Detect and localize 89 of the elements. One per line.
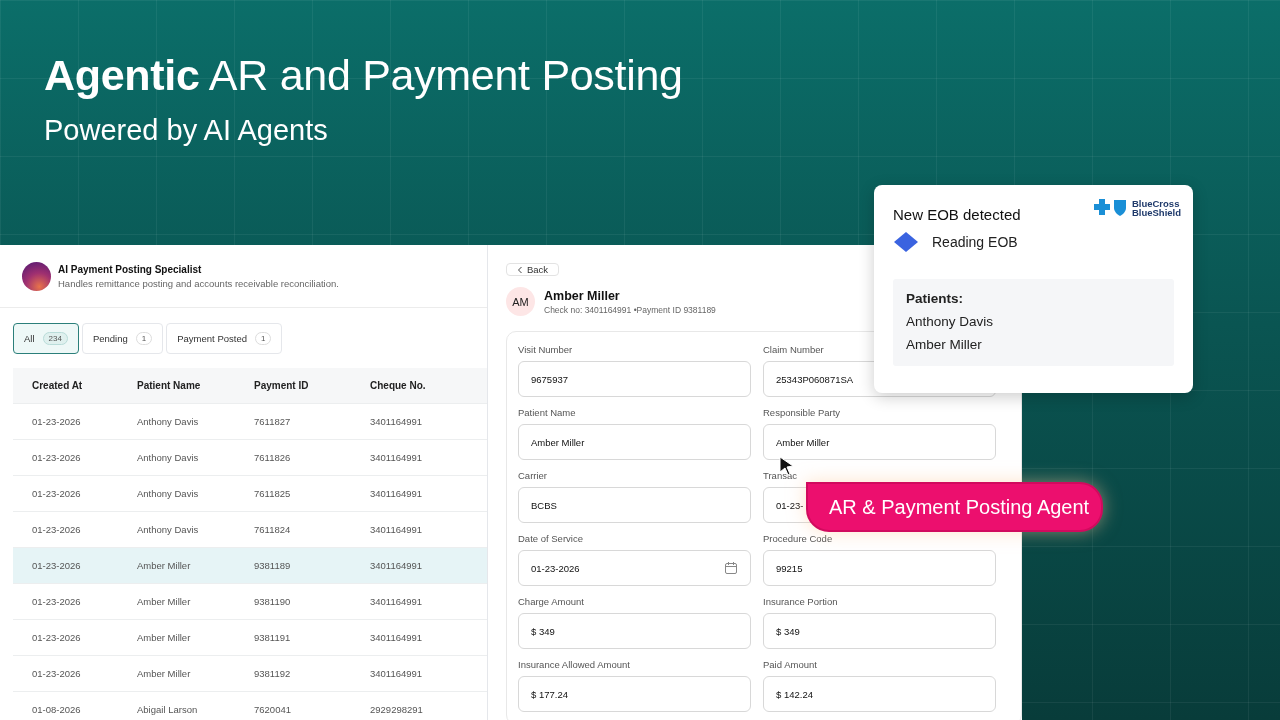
table-cell-text: Anthony Davis xyxy=(137,452,200,463)
count-badge: 1 xyxy=(135,332,153,345)
field-label: Insurance Portion xyxy=(763,596,838,607)
table-row[interactable]: 01-23-2026 Amber Miller 9381189 3401164991 xyxy=(13,547,487,583)
back-button[interactable]: Back xyxy=(506,263,560,276)
status-text: Reading EOB xyxy=(932,234,1018,250)
insurer-logo-text: BlueCross BlueShield xyxy=(1131,198,1181,218)
table-cell-text: 3401164991 xyxy=(370,668,424,679)
table-cell-text: Amber Miller xyxy=(137,560,192,571)
table-cell-text: 01-08-2026 xyxy=(32,704,82,715)
agent-description: Handles remittance posting and accounts receivable reconciliation. xyxy=(58,278,339,289)
input-field[interactable]: 01-23-2026 xyxy=(518,550,751,586)
table-cell-text: 3401164991 xyxy=(370,596,424,607)
table-cell-text: Anthony Davis xyxy=(137,416,200,427)
table-cell-text: Abigail Larson xyxy=(137,704,199,715)
input-field[interactable]: 99215 xyxy=(763,550,996,586)
table-cell-text: 7620041 xyxy=(254,704,292,715)
table-cell-text: 01-23-2026 xyxy=(32,668,82,679)
table-cell-text: 7611827 xyxy=(254,416,292,427)
table-cell-text: 3401164991 xyxy=(370,416,424,427)
chevron-left-icon xyxy=(517,265,523,274)
count-badge: 234 xyxy=(42,332,68,345)
table-cell-text: 3401164991 xyxy=(370,452,424,463)
field-label: Insurance Allowed Amount xyxy=(518,659,630,670)
filter-tab[interactable]: Payment Posted 1 xyxy=(166,323,283,354)
field-label: Visit Number xyxy=(518,344,573,355)
table-cell-text: 01-23-2026 xyxy=(32,596,82,607)
table-cell-text: 2929298291 xyxy=(370,704,424,715)
payment-meta: Check no: 3401164991 •Payment ID 9381189 xyxy=(544,304,716,315)
table-cell-text: 3401164991 xyxy=(370,632,424,643)
table-cell-text: 9381190 xyxy=(254,596,292,607)
table-cell-text: Anthony Davis xyxy=(137,488,200,499)
input-field[interactable]: 9675937 xyxy=(518,361,751,397)
table-cell-text: 9381191 xyxy=(254,632,292,643)
table-cell-text: 7611825 xyxy=(254,488,292,499)
field-label: Carrier xyxy=(518,470,548,481)
input-field[interactable]: BCBS xyxy=(518,487,751,523)
page-title: Agentic AR and Payment Posting xyxy=(44,52,684,100)
field-label: Procedure Code xyxy=(763,533,833,544)
field-label: Responsible Party xyxy=(763,407,841,418)
patient-avatar: AM xyxy=(506,287,535,316)
agent-name: AI Payment Posting Specialist xyxy=(58,264,203,275)
table-cell-text: 9381192 xyxy=(254,668,292,679)
input-field[interactable]: $ 177.24 xyxy=(518,676,751,712)
table-cell-text: Amber Miller xyxy=(137,632,192,643)
agent-tooltip: AR & Payment Posting Agent xyxy=(806,482,1104,532)
input-field[interactable]: $ 349 xyxy=(518,613,751,649)
patients-label: Patients: xyxy=(906,291,964,306)
table-cell-text: 01-23-2026 xyxy=(32,524,82,535)
table-cell-text: 9381189 xyxy=(254,560,292,571)
table-cell-text: Anthony Davis xyxy=(137,524,200,535)
table-cell-text: Amber Miller xyxy=(137,668,192,679)
page-subtitle: Powered by AI Agents xyxy=(44,113,329,149)
count-badge: 1 xyxy=(254,332,272,345)
column-header: Created At xyxy=(32,380,84,391)
cross-shield-logo-icon xyxy=(1092,198,1129,218)
field-label: Charge Amount xyxy=(518,596,584,607)
field-label: Patient Name xyxy=(518,407,576,418)
table-cell-text: 01-23-2026 xyxy=(32,452,82,463)
table-cell-text: 01-23-2026 xyxy=(32,488,82,499)
patient-item: Anthony Davis xyxy=(906,314,995,329)
table-cell-text: 3401164991 xyxy=(370,488,424,499)
agent-avatar xyxy=(22,262,51,291)
notification-title: New EOB detected xyxy=(893,206,1021,223)
filter-tab[interactable]: Pending 1 xyxy=(81,323,164,354)
field-label: Claim Number xyxy=(763,344,824,355)
calendar-icon xyxy=(724,561,738,575)
patient-name: Amber Miller xyxy=(544,288,621,303)
column-header: Payment ID xyxy=(254,380,310,391)
column-header: Cheque No. xyxy=(370,380,427,391)
diamond-icon xyxy=(893,231,919,253)
patient-item: Amber Miller xyxy=(906,337,983,352)
field-label: Paid Amount xyxy=(763,659,817,670)
filter-tab[interactable]: All 234 xyxy=(13,323,79,354)
input-field[interactable]: Amber Miller xyxy=(518,424,751,460)
table-cell-text: Amber Miller xyxy=(137,596,192,607)
input-field[interactable]: Amber Miller xyxy=(763,424,996,460)
table-cell-text: 3401164991 xyxy=(370,560,424,571)
table-cell-text: 7611824 xyxy=(254,524,292,535)
column-header: Patient Name xyxy=(137,380,202,391)
input-field[interactable]: $ 142.24 xyxy=(763,676,996,712)
field-label: Date of Service xyxy=(518,533,583,544)
table-cell-text: 01-23-2026 xyxy=(32,632,82,643)
table-cell-text: 01-23-2026 xyxy=(32,560,82,571)
table-cell-text: 01-23-2026 xyxy=(32,416,82,427)
field-label: Transac xyxy=(763,470,797,481)
table-cell-text: 3401164991 xyxy=(370,524,424,535)
input-field[interactable]: $ 349 xyxy=(763,613,996,649)
table-cell-text: 7611826 xyxy=(254,452,292,463)
